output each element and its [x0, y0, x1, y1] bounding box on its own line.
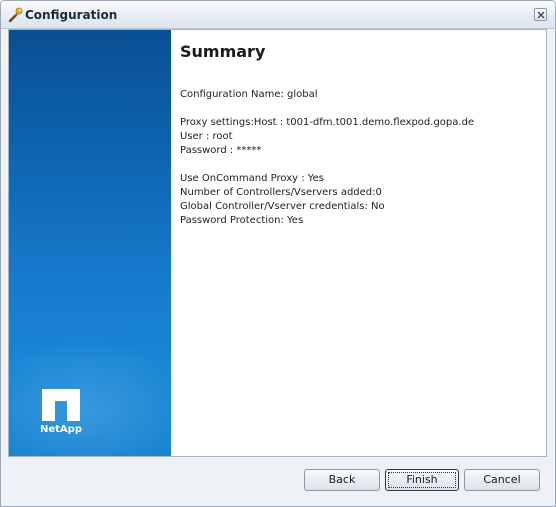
summary-panel: Summary Configuration Name: global Proxy…	[180, 30, 540, 450]
finish-button[interactable]: Finish	[385, 469, 459, 491]
password-protection-line: Password Protection: Yes	[180, 215, 304, 226]
dialog-title: Configuration	[25, 8, 118, 22]
configuration-dialog: Configuration NetApp Summary Configurati…	[0, 0, 556, 507]
page-title: Summary	[180, 42, 266, 61]
proxy-host-line: Proxy settings:Host : t001-dfm.t001.demo…	[180, 117, 475, 128]
banner-glow	[9, 340, 171, 456]
netapp-logo-text: NetApp	[40, 424, 82, 435]
wizard-content: NetApp Summary Configuration Name: globa…	[8, 29, 547, 457]
controllers-added-line: Number of Controllers/Vservers added:0	[180, 187, 382, 198]
back-button[interactable]: Back	[304, 469, 380, 491]
title-bar: Configuration	[1, 1, 555, 29]
cancel-button[interactable]: Cancel	[464, 469, 540, 491]
close-icon	[537, 11, 545, 19]
global-credentials-line: Global Controller/Vserver credentials: N…	[180, 201, 385, 212]
config-name-line: Configuration Name: global	[180, 89, 318, 100]
oncommand-proxy-line: Use OnCommand Proxy : Yes	[180, 173, 324, 184]
netapp-banner: NetApp	[9, 30, 171, 456]
proxy-user-line: User : root	[180, 131, 233, 142]
close-button[interactable]	[534, 8, 547, 21]
proxy-password-line: Password : *****	[180, 145, 262, 156]
netapp-logo-icon	[40, 387, 82, 423]
wrench-icon	[7, 7, 23, 23]
